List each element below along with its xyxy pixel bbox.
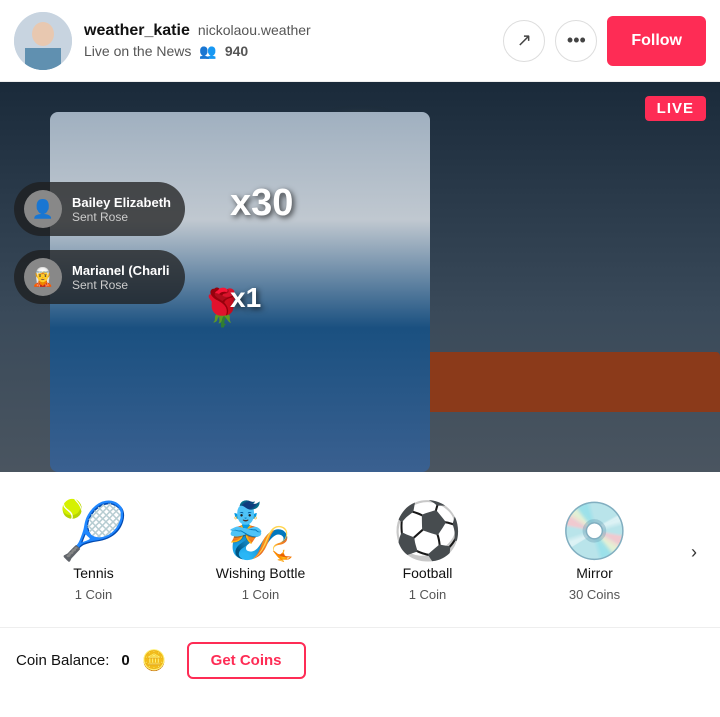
gift-cost-wishing-bottle: 1 Coin <box>242 587 280 602</box>
live-badge: LIVE <box>645 96 706 121</box>
notif-action-1: Sent Rose <box>72 210 171 224</box>
more-button[interactable]: ••• <box>555 20 597 62</box>
notif-text-1: Bailey Elizabeth Sent Rose <box>72 195 171 224</box>
notif-avatar-1: 👤 <box>24 190 62 228</box>
avatar[interactable] <box>14 12 72 70</box>
gift-name-wishing-bottle: Wishing Bottle <box>216 565 305 581</box>
notif-name-1: Bailey Elizabeth <box>72 195 171 210</box>
follow-button[interactable]: Follow <box>607 16 706 66</box>
notification-container: 👤 Bailey Elizabeth Sent Rose 🧝 Marianel … <box>14 182 185 304</box>
gifts-arrow-button[interactable]: › <box>678 537 710 569</box>
video-area: LIVE x30 🌹 x1 👤 Bailey Elizabeth Sent Ro… <box>0 82 720 472</box>
get-coins-button[interactable]: Get Coins <box>187 642 306 679</box>
gift-item-mirror[interactable]: 💿 Mirror 30 Coins <box>535 503 655 602</box>
multiplier-small: x1 <box>230 282 261 314</box>
multiplier-large: x30 <box>230 182 293 225</box>
gift-emoji-wishing-bottle: 🧞 <box>226 503 296 559</box>
notif-action-2: Sent Rose <box>72 278 170 292</box>
gift-cost-tennis: 1 Coin <box>75 587 113 602</box>
gift-item-wishing-bottle[interactable]: 🧞 Wishing Bottle 1 Coin <box>201 503 321 602</box>
viewer-count: 940 <box>225 43 248 59</box>
notif-name-2: Marianel (Charli <box>72 263 170 278</box>
notification-2: 🧝 Marianel (Charli Sent Rose <box>14 250 185 304</box>
gift-emoji-tennis: 🎾 <box>59 503 129 559</box>
header: weather_katie nickolaou.weather Live on … <box>0 0 720 82</box>
display-name: nickolaou.weather <box>198 22 311 38</box>
notif-avatar-2: 🧝 <box>24 258 62 296</box>
gift-name-football: Football <box>403 565 453 581</box>
notif-text-2: Marianel (Charli Sent Rose <box>72 263 170 292</box>
gift-cost-mirror: 30 Coins <box>569 587 620 602</box>
coin-icon: 🪙 <box>142 648 167 673</box>
bottom-bar: Coin Balance: 0 🪙 Get Coins <box>0 627 720 693</box>
gift-name-mirror: Mirror <box>576 565 613 581</box>
coin-balance-label: Coin Balance: <box>16 652 109 669</box>
notification-1: 👤 Bailey Elizabeth Sent Rose <box>14 182 185 236</box>
share-button[interactable]: ↗ <box>503 20 545 62</box>
gift-emoji-football: ⚽ <box>393 503 463 559</box>
gift-emoji-mirror: 💿 <box>560 503 630 559</box>
coin-balance-value: 0 <box>121 652 129 669</box>
gift-name-tennis: Tennis <box>73 565 113 581</box>
share-icon: ↗ <box>517 30 532 51</box>
header-actions: ↗ ••• Follow <box>503 16 706 66</box>
gift-item-football[interactable]: ⚽ Football 1 Coin <box>368 503 488 602</box>
username: weather_katie <box>84 22 190 40</box>
gift-item-tennis[interactable]: 🎾 Tennis 1 Coin <box>34 503 154 602</box>
more-icon: ••• <box>567 30 586 51</box>
viewers-icon: 👥 <box>199 43 216 60</box>
header-info: weather_katie nickolaou.weather Live on … <box>84 22 503 60</box>
gift-list: 🎾 Tennis 1 Coin 🧞 Wishing Bottle 1 Coin … <box>10 503 678 602</box>
gift-cost-football: 1 Coin <box>409 587 447 602</box>
gifts-section: 🎾 Tennis 1 Coin 🧞 Wishing Bottle 1 Coin … <box>0 472 720 627</box>
live-label: Live on the News <box>84 43 191 59</box>
